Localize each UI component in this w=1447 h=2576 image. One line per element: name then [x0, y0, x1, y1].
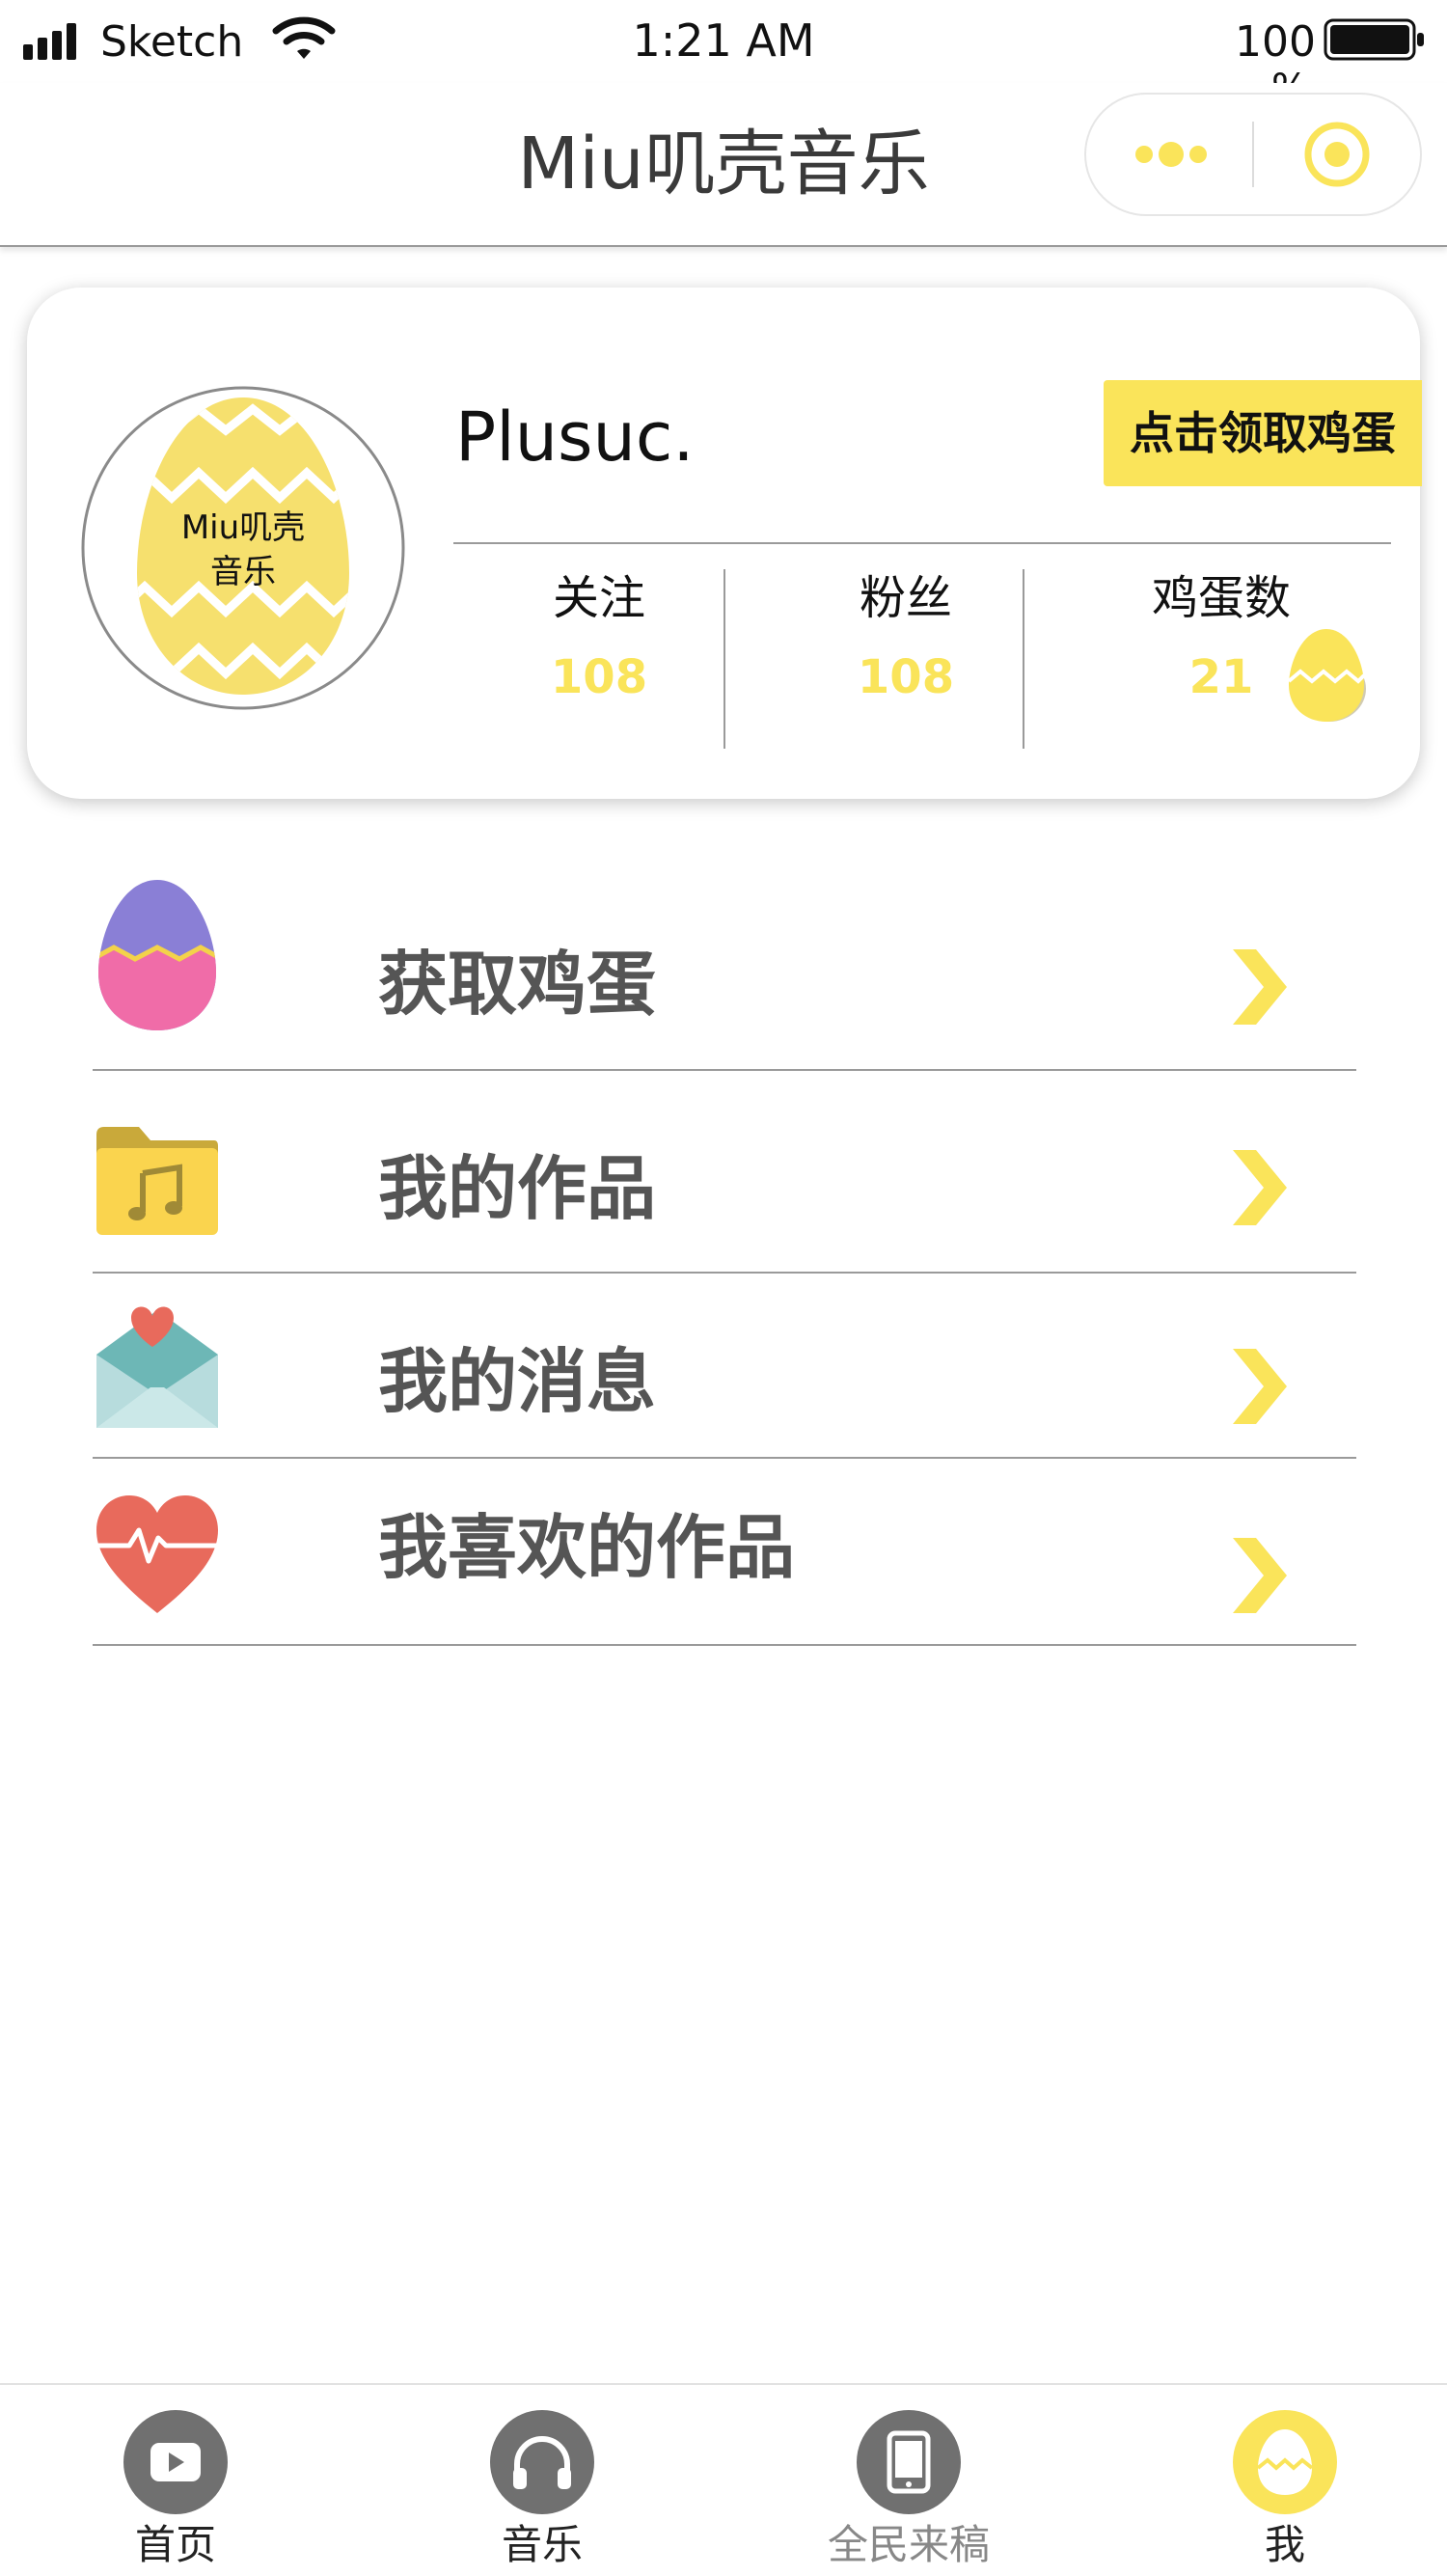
- heart-pulse-icon: [96, 1495, 218, 1613]
- chevron-right-icon: [1233, 949, 1287, 1025]
- tab-submissions[interactable]: 全民来稿: [793, 2385, 1024, 2576]
- username: Plusuc.: [455, 397, 695, 477]
- menu-label: 我的作品: [378, 1148, 657, 1229]
- capsule-menu: [1084, 93, 1422, 216]
- nav-bar: Miu叽壳音乐: [0, 83, 1447, 247]
- stat-following-label: 关注: [552, 571, 645, 625]
- chevron-right-icon: [1233, 1150, 1287, 1225]
- tab-bar: 首页 音乐 全民来稿 我: [0, 2383, 1447, 2576]
- menu-item-get-eggs[interactable]: 获取鸡蛋: [93, 868, 1356, 1071]
- card-divider: [453, 542, 1391, 544]
- profile-card: Miu叽壳 音乐 Plusuc. 点击领取鸡蛋 关注 108 粉丝 108 鸡蛋…: [27, 288, 1422, 799]
- menu-item-my-works[interactable]: 我的作品: [93, 1071, 1356, 1274]
- egg-icon: [1233, 2410, 1337, 2514]
- menu-label: 我喜欢的作品: [378, 1507, 796, 1588]
- stat-followers[interactable]: 粉丝 108: [761, 567, 1051, 708]
- claim-eggs-button[interactable]: 点击领取鸡蛋: [1104, 380, 1422, 486]
- status-bar: Sketch 1:21 AM 100 %: [0, 0, 1447, 110]
- more-dots-icon: [1135, 142, 1207, 167]
- tab-me[interactable]: 我: [1169, 2385, 1401, 2576]
- tab-label: 全民来稿: [827, 2521, 990, 2568]
- avatar-text-line1: Miu叽壳: [181, 508, 305, 547]
- battery-percent: 100: [1235, 17, 1316, 67]
- battery-icon: [1324, 18, 1424, 61]
- stat-followers-label: 粉丝: [859, 571, 952, 625]
- stat-eggs-label: 鸡蛋数: [1151, 571, 1291, 625]
- music-folder-icon: [96, 1127, 218, 1235]
- avatar[interactable]: Miu叽壳 音乐: [79, 384, 407, 712]
- egg-icon: [1287, 629, 1366, 722]
- tab-label: 首页: [134, 2521, 216, 2568]
- stat-separator: [724, 569, 725, 749]
- play-icon: [123, 2410, 228, 2514]
- chevron-right-icon: [1233, 1538, 1287, 1613]
- stat-following-value: 108: [550, 650, 648, 704]
- more-button[interactable]: [1086, 95, 1252, 214]
- headphones-icon: [490, 2410, 594, 2514]
- tab-label: 我: [1264, 2521, 1305, 2568]
- stat-followers-value: 108: [857, 650, 955, 704]
- menu-label: 获取鸡蛋: [378, 944, 657, 1025]
- tab-label: 音乐: [501, 2521, 583, 2568]
- avatar-text-line2: 音乐: [210, 553, 276, 591]
- menu-item-liked-works[interactable]: 我喜欢的作品: [93, 1459, 1356, 1646]
- chevron-right-icon: [1233, 1349, 1287, 1424]
- stat-following[interactable]: 关注 108: [454, 567, 744, 708]
- menu-item-my-messages[interactable]: 我的消息: [93, 1274, 1356, 1459]
- target-circle-icon: [1304, 122, 1370, 187]
- tab-music[interactable]: 音乐: [426, 2385, 658, 2576]
- envelope-heart-icon: [96, 1306, 218, 1428]
- tab-home[interactable]: 首页: [60, 2385, 291, 2576]
- status-time: 1:21 AM: [632, 14, 815, 67]
- close-button[interactable]: [1254, 95, 1420, 214]
- stat-separator: [1023, 569, 1024, 749]
- egg-icon: [98, 880, 216, 1030]
- tablet-icon: [857, 2410, 961, 2514]
- menu-label: 我的消息: [378, 1341, 657, 1422]
